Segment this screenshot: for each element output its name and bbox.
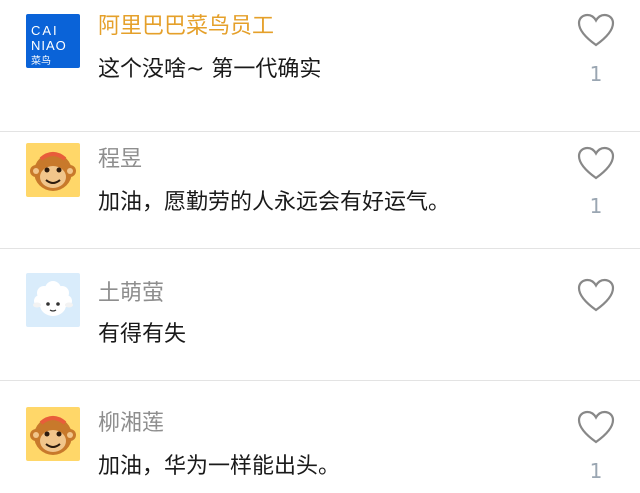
comment-item: 土萌萤 有得有失 bbox=[0, 249, 640, 381]
comment-item: 程昱 加油，愿勤劳的人永远会有好运气。 1 bbox=[0, 117, 640, 249]
cainiao-logo-icon[interactable]: CAI NIAO 菜鸟 bbox=[26, 14, 80, 68]
commenter-name[interactable]: 阿里巴巴菜鸟员工 bbox=[98, 12, 274, 42]
commenter-name[interactable]: 土萌萤 bbox=[98, 279, 164, 309]
like-count: 1 bbox=[589, 194, 603, 218]
svg-text:菜鸟: 菜鸟 bbox=[31, 54, 51, 67]
commenter-name[interactable]: 程昱 bbox=[98, 145, 142, 175]
comment-item: CAI NIAO 菜鸟 阿里巴巴菜鸟员工 这个没啥~ 第一代确实 1 bbox=[0, 0, 640, 132]
comment-text: 有得有失 bbox=[98, 322, 187, 347]
like-heart-icon[interactable] bbox=[576, 409, 616, 445]
monkey-avatar-icon[interactable] bbox=[26, 143, 80, 197]
like-heart-icon[interactable] bbox=[576, 145, 616, 181]
like-count: 1 bbox=[589, 459, 603, 483]
svg-text:CAI: CAI bbox=[31, 23, 59, 38]
like-heart-icon[interactable] bbox=[576, 12, 616, 48]
like-count: 1 bbox=[589, 62, 603, 86]
comment-text: 这个没啥~ 第一代确实 bbox=[98, 57, 322, 82]
comment-text: 加油，愿勤劳的人永远会有好运气。 bbox=[98, 190, 451, 215]
comment-text: 加油，华为一样能出头。 bbox=[98, 454, 341, 479]
commenter-name[interactable]: 柳湘莲 bbox=[98, 409, 164, 439]
sheep-avatar-icon[interactable] bbox=[26, 273, 80, 327]
svg-text:NIAO: NIAO bbox=[31, 38, 67, 53]
monkey-avatar-icon[interactable] bbox=[26, 407, 80, 461]
like-heart-icon[interactable] bbox=[576, 277, 616, 313]
comment-item: 柳湘莲 加油，华为一样能出头。 1 bbox=[0, 381, 640, 493]
